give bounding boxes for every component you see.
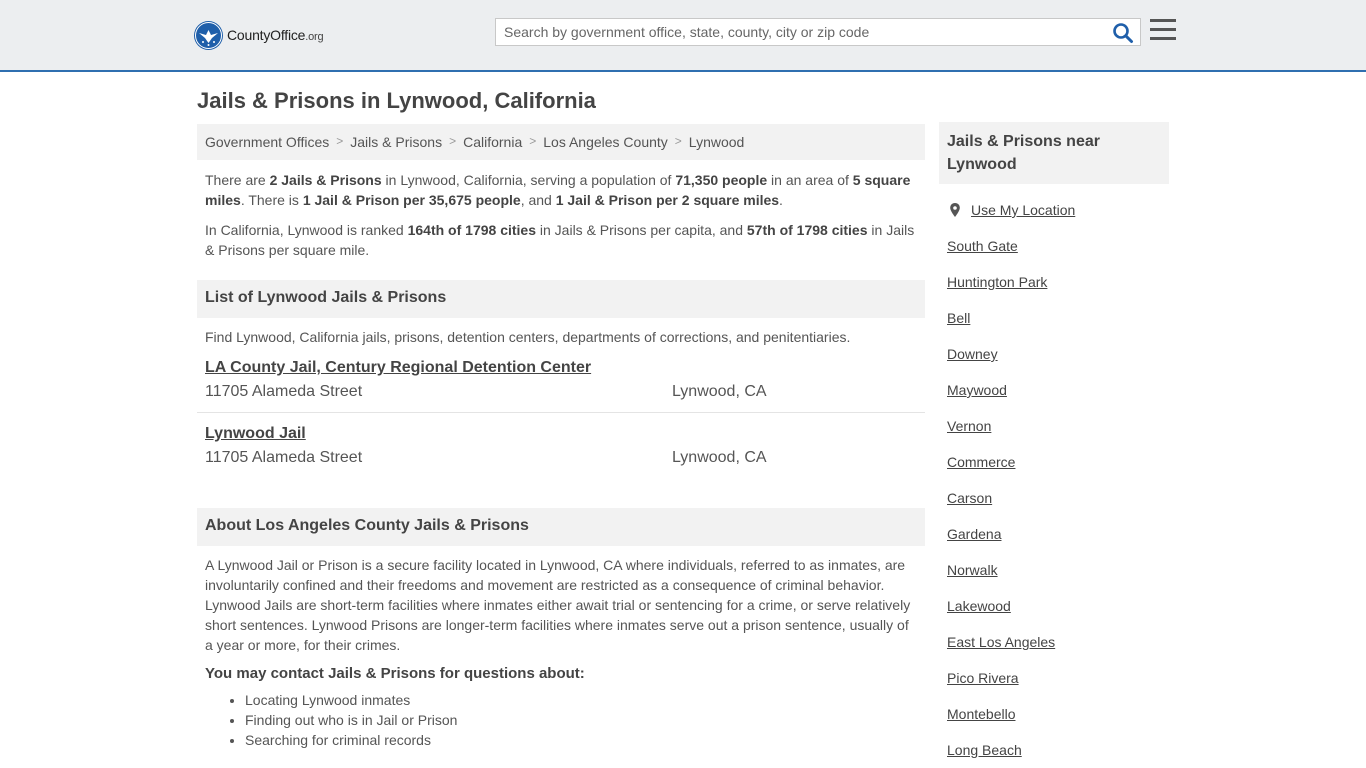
use-location-row[interactable]: Use My Location — [947, 202, 1075, 218]
breadcrumb-separator-icon: > — [529, 134, 537, 148]
breadcrumb: Government Offices > Jails & Prisons > C… — [197, 124, 925, 160]
contact-list: Locating Lynwood inmates Finding out who… — [197, 690, 925, 750]
sidebar-city-link[interactable]: Norwalk — [947, 562, 998, 578]
sidebar-city-link[interactable]: Bell — [947, 310, 970, 326]
sidebar-city-link[interactable]: Long Beach — [947, 742, 1022, 758]
listing-city: Lynwood, CA — [672, 383, 767, 400]
sidebar-city-link[interactable]: Maywood — [947, 382, 1007, 398]
sidebar-city-link[interactable]: Carson — [947, 490, 992, 506]
list-item: Lynwood Jail 11705 Alameda Street Lynwoo… — [197, 413, 925, 478]
map-pin-icon — [950, 203, 960, 217]
listing-address: 11705 Alameda Street — [205, 383, 363, 400]
main-content: Government Offices > Jails & Prisons > C… — [197, 124, 925, 750]
about-section-heading: About Los Angeles County Jails & Prisons — [197, 508, 925, 546]
use-my-location-link[interactable]: Use My Location — [971, 202, 1075, 218]
listing-name-link[interactable]: LA County Jail, Century Regional Detenti… — [205, 359, 591, 377]
intro-stats-paragraph: There are 2 Jails & Prisons in Lynwood, … — [205, 172, 911, 208]
list-item: LA County Jail, Century Regional Detenti… — [197, 347, 925, 412]
eagle-seal-icon — [194, 20, 223, 50]
breadcrumb-separator-icon: > — [674, 134, 682, 148]
breadcrumb-separator-icon: > — [449, 134, 457, 148]
sidebar-city-link[interactable]: Vernon — [947, 418, 991, 434]
contact-heading: You may contact Jails & Prisons for ques… — [205, 665, 585, 682]
breadcrumb-separator-icon: > — [336, 134, 344, 148]
breadcrumb-lynwood[interactable]: Lynwood — [689, 134, 745, 150]
about-section-body: A Lynwood Jail or Prison is a secure fac… — [205, 557, 911, 653]
sidebar-city-link[interactable]: Pico Rivera — [947, 670, 1019, 686]
sidebar-city-link[interactable]: South Gate — [947, 238, 1018, 254]
sidebar-heading: Jails & Prisons near Lynwood — [939, 122, 1169, 184]
site-logo[interactable]: CountyOffice.org — [194, 20, 324, 50]
list-section-heading: List of Lynwood Jails & Prisons — [197, 280, 925, 318]
logo-tld: .org — [305, 31, 324, 43]
sidebar-city-link[interactable]: Huntington Park — [947, 274, 1047, 290]
sidebar-city-link[interactable]: Lakewood — [947, 598, 1011, 614]
list-item: Finding out who is in Jail or Prison — [245, 710, 925, 730]
listing-address: 11705 Alameda Street — [205, 449, 363, 466]
search-button[interactable] — [1112, 22, 1134, 44]
sidebar-city-link[interactable]: East Los Angeles — [947, 634, 1055, 650]
page-title: Jails & Prisons in Lynwood, California — [197, 88, 596, 113]
search-box — [495, 18, 1141, 46]
breadcrumb-jails-prisons[interactable]: Jails & Prisons — [350, 134, 442, 150]
hamburger-menu-icon[interactable] — [1150, 19, 1176, 43]
site-header: CountyOffice.org — [0, 0, 1366, 72]
breadcrumb-california[interactable]: California — [463, 134, 522, 150]
sidebar: Jails & Prisons near Lynwood Use My Loca… — [939, 122, 1169, 758]
list-item: Searching for criminal records — [245, 730, 925, 750]
sidebar-city-link[interactable]: Gardena — [947, 526, 1001, 542]
search-icon — [1113, 23, 1133, 43]
intro-ranking-paragraph: In California, Lynwood is ranked 164th o… — [205, 222, 915, 258]
breadcrumb-government-offices[interactable]: Government Offices — [205, 134, 329, 150]
sidebar-city-link[interactable]: Commerce — [947, 454, 1015, 470]
list-section-description: Find Lynwood, California jails, prisons,… — [205, 329, 851, 345]
breadcrumb-los-angeles-county[interactable]: Los Angeles County — [543, 134, 668, 150]
list-item: Locating Lynwood inmates — [245, 690, 925, 710]
listing-city: Lynwood, CA — [672, 449, 767, 466]
search-input[interactable] — [496, 19, 1106, 45]
sidebar-city-link[interactable]: Downey — [947, 346, 998, 362]
logo-text: CountyOffice.org — [227, 27, 324, 43]
logo-main: CountyOffice — [227, 27, 306, 43]
listing-name-link[interactable]: Lynwood Jail — [205, 425, 306, 443]
sidebar-city-link[interactable]: Montebello — [947, 706, 1016, 722]
